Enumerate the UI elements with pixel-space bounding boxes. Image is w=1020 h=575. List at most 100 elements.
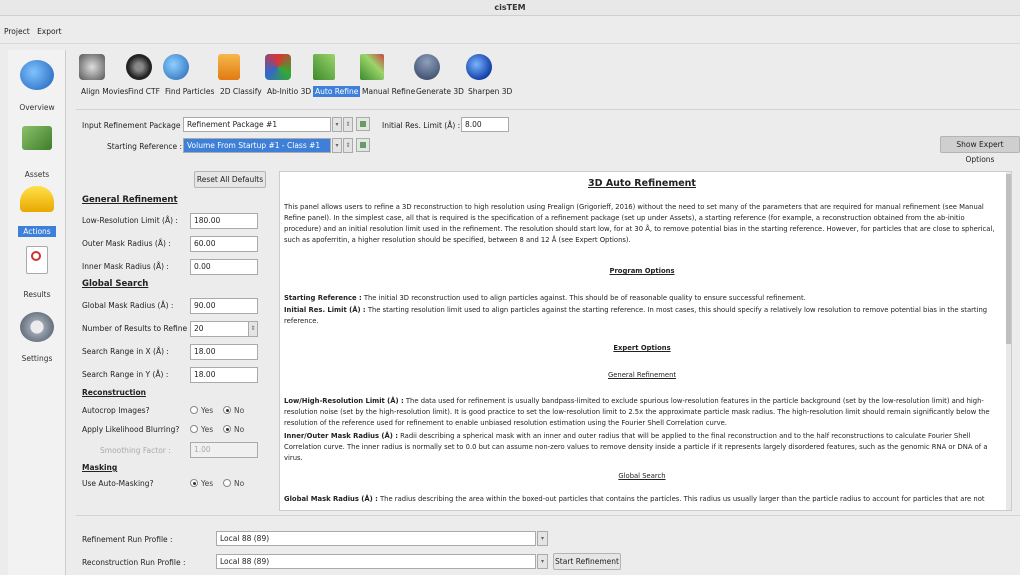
help-lowhigh: Low/High-Resolution Limit (Å) : The data…	[284, 396, 1000, 429]
gear-icon	[20, 312, 54, 342]
chevron-down-icon[interactable]: ▾	[332, 138, 342, 153]
starting-reference-label: Starting Reference :	[107, 142, 182, 151]
sidebar-item-label: Overview	[19, 103, 55, 112]
outer-mask-input[interactable]: 60.00	[190, 236, 258, 252]
spin-arrows-icon[interactable]: ⇕	[343, 138, 353, 153]
range-y-label: Search Range in Y (Å) :	[82, 370, 169, 379]
low-res-label: Low-Resolution Limit (Å) :	[82, 216, 178, 225]
refinement-profile-select[interactable]: Local 88 (89)	[216, 531, 536, 546]
term-label: Inner/Outer Mask Radius (Å) :	[284, 432, 398, 440]
tool-2d-classify[interactable]: 2D Classify	[218, 54, 262, 96]
autocrop-no-radio[interactable]: No	[223, 406, 244, 415]
chevron-down-icon[interactable]: ▾	[332, 117, 342, 132]
radio-label: Yes	[201, 479, 214, 488]
start-refinement-button[interactable]: Start Refinement	[553, 553, 621, 570]
help-scrollbar[interactable]	[1006, 172, 1011, 510]
hardhat-icon	[20, 186, 54, 212]
autocrop-yes-radio[interactable]: Yes	[190, 406, 213, 415]
globe-icon	[20, 60, 54, 90]
chevron-down-icon[interactable]: ▾	[537, 531, 548, 546]
tool-sharpen-3d[interactable]: Sharpen 3D	[466, 54, 512, 96]
reset-defaults-button[interactable]: Reset All Defaults	[194, 171, 266, 188]
num-results-label: Number of Results to Refine :	[82, 324, 192, 333]
initial-res-input[interactable]: 8.00	[461, 117, 509, 132]
term-text: The starting resolution limit used to al…	[284, 306, 988, 325]
outer-mask-label: Outer Mask Radius (Å) :	[82, 239, 171, 248]
radio-label: No	[234, 479, 245, 488]
hierarchy-icon	[218, 54, 240, 80]
inner-mask-input[interactable]: 0.00	[190, 259, 258, 275]
radio-icon	[190, 406, 198, 414]
help-title: 3D Auto Refinement	[588, 178, 696, 189]
reconstruction-profile-select[interactable]: Local 88 (89)	[216, 554, 536, 569]
sidebar-item-assets[interactable]: Assets	[8, 126, 66, 179]
sidebar-item-label: Results	[23, 290, 51, 299]
global-mask-label: Global Mask Radius (Å) :	[82, 301, 174, 310]
term-label: Low/High-Resolution Limit (Å) :	[284, 397, 404, 405]
tool-find-particles[interactable]: Find Particles	[163, 54, 214, 96]
tool-generate-3d[interactable]: Generate 3D	[414, 54, 464, 96]
import-icon[interactable]	[356, 138, 370, 152]
automask-no-radio[interactable]: No	[223, 479, 244, 488]
menu-project[interactable]: Project	[4, 27, 30, 36]
tool-find-ctf[interactable]: Find CTF	[126, 54, 160, 96]
term-text: The radius describing the area within th…	[377, 495, 985, 503]
automask-yes-radio[interactable]: Yes	[190, 479, 213, 488]
tool-manual-refine[interactable]: Manual Refine	[360, 54, 415, 96]
initial-res-label: Initial Res. Limit (Å) :	[382, 121, 461, 130]
autocrop-label: Autocrop Images?	[82, 406, 150, 415]
program-options-heading: Program Options	[609, 267, 675, 275]
sidebar-item-results[interactable]: Results	[8, 246, 66, 299]
general-refinement-subheading: General Refinement	[607, 371, 677, 379]
term-label: Global Mask Radius (Å) :	[284, 495, 378, 503]
sidebar-item-label: Assets	[24, 170, 50, 179]
number-stepper-icon[interactable]: ⇕	[248, 321, 258, 337]
money-icon	[22, 126, 52, 150]
radio-selected-icon	[223, 425, 231, 433]
help-global-mask: Global Mask Radius (Å) : The radius desc…	[284, 494, 1000, 505]
likelihood-yes-radio[interactable]: Yes	[190, 425, 213, 434]
refinement-profile-label: Refinement Run Profile :	[82, 535, 173, 544]
main-panel: Align Movies Find CTF Find Particles 2D …	[76, 50, 1020, 575]
likelihood-label: Apply Likelihood Blurring?	[82, 425, 180, 434]
lens-icon	[126, 54, 152, 80]
chart-tool-icon	[360, 54, 384, 80]
expert-options-panel: Reset All Defaults General Refinement Lo…	[76, 163, 272, 508]
tool-ab-initio-3d[interactable]: Ab-Initio 3D	[265, 54, 311, 96]
global-search-subheading: Global Search	[618, 472, 666, 480]
menu-bar: Project Export	[0, 16, 1020, 44]
sidebar-item-actions[interactable]: Actions	[8, 186, 66, 237]
masking-heading: Masking	[82, 463, 118, 472]
radio-label: Yes	[201, 425, 214, 434]
range-x-label: Search Range in X (Å) :	[82, 347, 169, 356]
low-res-input[interactable]: 180.00	[190, 213, 258, 229]
radio-label: Yes	[201, 406, 214, 415]
general-refinement-heading: General Refinement	[82, 195, 178, 205]
help-mask: Inner/Outer Mask Radius (Å) : Radii desc…	[284, 431, 1000, 464]
radio-selected-icon	[190, 479, 198, 487]
range-y-input[interactable]: 18.00	[190, 367, 258, 383]
help-panel[interactable]: 3D Auto Refinement This panel allows use…	[279, 171, 1012, 511]
refinement-package-select[interactable]: Refinement Package #1	[183, 117, 331, 132]
term-label: Initial Res. Limit (Å) :	[284, 306, 366, 314]
likelihood-no-radio[interactable]: No	[223, 425, 244, 434]
tool-align-movies[interactable]: Align Movies	[79, 54, 128, 96]
automask-label: Use Auto-Masking?	[82, 479, 154, 488]
global-mask-input[interactable]: 90.00	[190, 298, 258, 314]
chevron-down-icon[interactable]: ▾	[537, 554, 548, 569]
range-x-input[interactable]: 18.00	[190, 344, 258, 360]
starting-reference-select[interactable]: Volume From Startup #1 - Class #1	[183, 138, 331, 153]
show-expert-options-button[interactable]: Show Expert Options	[940, 136, 1020, 164]
import-icon[interactable]	[356, 117, 370, 131]
inner-mask-label: Inner Mask Radius (Å) :	[82, 262, 169, 271]
menu-export[interactable]: Export	[37, 27, 62, 36]
spin-arrows-icon[interactable]: ⇕	[343, 117, 353, 132]
film-stack-icon	[79, 54, 105, 80]
tool-auto-refine[interactable]: Auto Refine	[313, 54, 361, 97]
action-toolbar: Align Movies Find CTF Find Particles 2D …	[76, 50, 1020, 110]
sidebar-item-overview[interactable]: Overview	[8, 60, 66, 112]
sidebar-item-settings[interactable]: Settings	[8, 312, 66, 363]
scrollbar-thumb[interactable]	[1006, 174, 1011, 344]
radio-icon	[223, 479, 231, 487]
reconstruct-icon	[414, 54, 440, 80]
